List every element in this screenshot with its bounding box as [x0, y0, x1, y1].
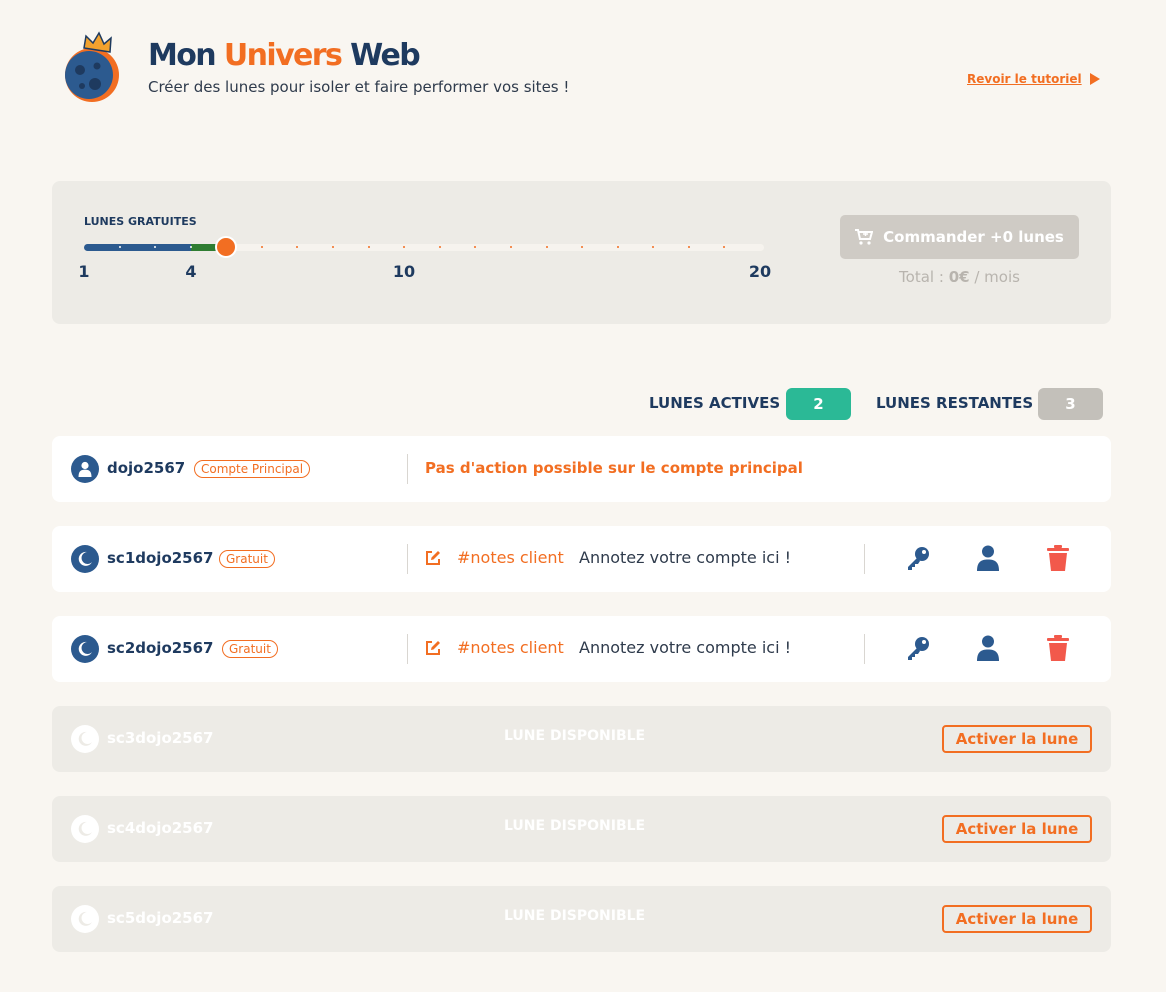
trash-icon[interactable] [1044, 634, 1072, 662]
slider-step-dot [546, 246, 548, 248]
account-type-badge: Compte Principal [194, 460, 311, 478]
play-triangle-icon [1089, 73, 1100, 85]
slider-fill-free [84, 244, 191, 251]
edit-icon[interactable] [419, 544, 447, 572]
key-icon[interactable] [904, 634, 932, 662]
tick-label: 4 [185, 262, 197, 281]
slider-step-dot [368, 246, 370, 248]
available-status: LUNE DISPONIBLE [504, 908, 646, 924]
tick-label: 20 [748, 262, 772, 281]
divider [864, 634, 865, 664]
edit-icon[interactable] [419, 634, 447, 662]
key-icon[interactable] [904, 544, 932, 572]
slider-step-dot [581, 246, 583, 248]
slider-step-dot [688, 246, 690, 248]
account-note[interactable]: Annotez votre compte ici ! [579, 548, 791, 567]
cart-icon [855, 229, 874, 245]
notes-tag[interactable]: #notes client [457, 638, 564, 657]
tutorial-link-label: Revoir le tutoriel [967, 72, 1082, 86]
slider-step-dot [723, 246, 725, 248]
account-type-badge: Gratuit [222, 640, 278, 658]
moon-icon [71, 905, 99, 933]
account-note[interactable]: Annotez votre compte ici ! [579, 638, 791, 657]
divider [407, 544, 408, 574]
slider-step-dot [403, 246, 405, 248]
divider [407, 454, 408, 484]
slider-step-dot [652, 246, 654, 248]
activate-moon-button[interactable]: Activer la lune [942, 725, 1092, 753]
slider-step-dot [119, 246, 121, 248]
remaining-moons-label: LUNES RESTANTES [876, 394, 1034, 412]
moon-icon [71, 725, 99, 753]
tick-label: 1 [78, 262, 90, 281]
slider-step-dot [296, 246, 298, 248]
moon-icon [71, 545, 99, 573]
brand-title: Mon Univers Web [148, 38, 421, 73]
slider-step-dot [154, 246, 156, 248]
slider-step-dot [190, 246, 192, 248]
account-name: sc3dojo2567 [107, 729, 214, 747]
slider-step-dot [474, 246, 476, 248]
account-name: sc1dojo2567 [107, 549, 214, 567]
slider-step-dot [510, 246, 512, 248]
order-moons-button[interactable]: Commander +0 lunes [840, 215, 1079, 259]
remaining-moons-count: 3 [1038, 388, 1103, 420]
slider-thumb[interactable] [215, 236, 237, 258]
account-name: dojo2567 [107, 459, 186, 477]
moon-icon [71, 635, 99, 663]
moon-icon [71, 815, 99, 843]
active-moons-label: LUNES ACTIVES [649, 394, 781, 412]
trash-icon[interactable] [1044, 544, 1072, 572]
no-action-message: Pas d'action possible sur le compte prin… [425, 459, 803, 477]
user-icon[interactable] [974, 634, 1002, 662]
notes-tag[interactable]: #notes client [457, 548, 564, 567]
slider-step-dot [261, 246, 263, 248]
account-name: sc2dojo2567 [107, 639, 214, 657]
user-icon[interactable] [974, 544, 1002, 572]
account-type-badge: Gratuit [219, 550, 275, 568]
activate-moon-button[interactable]: Activer la lune [942, 815, 1092, 843]
slider-title: LUNES GRATUITES [84, 215, 197, 228]
activate-moon-button[interactable]: Activer la lune [942, 905, 1092, 933]
divider [864, 544, 865, 574]
user-icon [71, 455, 99, 483]
slider-step-dot [332, 246, 334, 248]
available-status: LUNE DISPONIBLE [504, 818, 646, 834]
tutorial-link[interactable]: Revoir le tutoriel [967, 72, 1100, 86]
total-price: Total : 0€ / mois [899, 268, 1020, 286]
slider-step-dot [617, 246, 619, 248]
available-status: LUNE DISPONIBLE [504, 728, 646, 744]
active-moons-count: 2 [786, 388, 851, 420]
order-moons-label: Commander +0 lunes [883, 228, 1064, 246]
tick-label: 10 [392, 262, 416, 281]
account-name: sc5dojo2567 [107, 909, 214, 927]
planet-logo-icon [62, 30, 122, 104]
divider [407, 634, 408, 664]
slider-step-dot [439, 246, 441, 248]
account-name: sc4dojo2567 [107, 819, 214, 837]
tagline: Créer des lunes pour isoler et faire per… [148, 78, 570, 96]
